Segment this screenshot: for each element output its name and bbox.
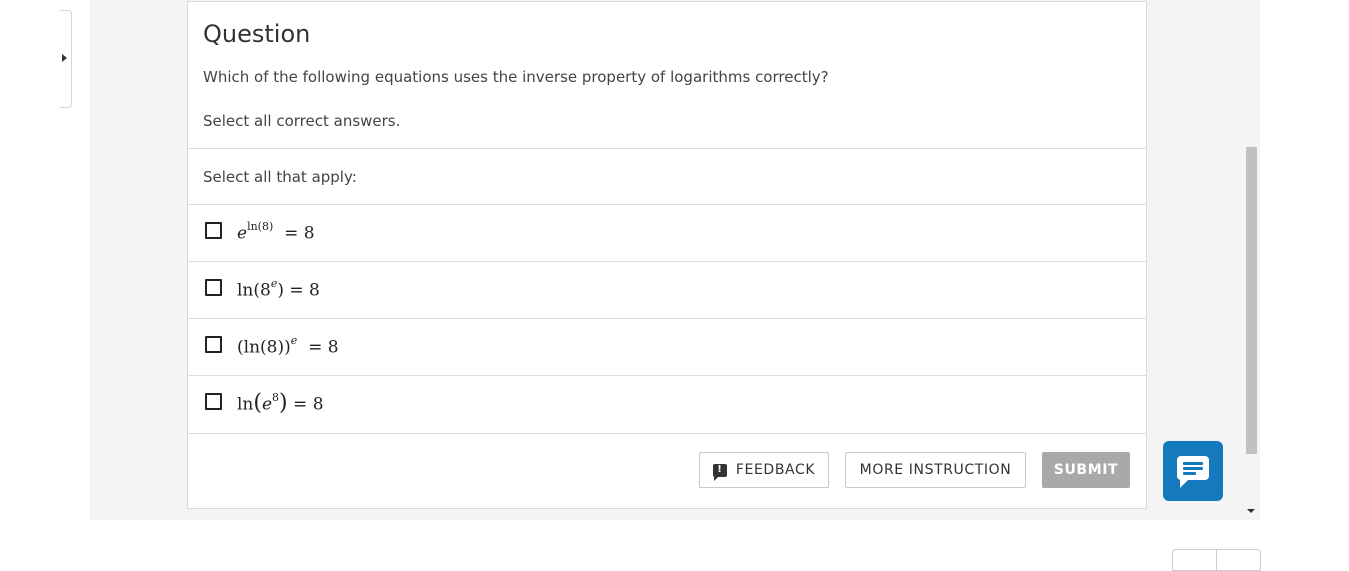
chat-button[interactable] xyxy=(1163,441,1223,501)
scrollbar-thumb[interactable] xyxy=(1246,147,1257,454)
divider xyxy=(188,433,1146,434)
checkbox[interactable] xyxy=(205,222,222,239)
question-prompt: Which of the following equations uses th… xyxy=(203,68,829,86)
select-all-label: Select all that apply: xyxy=(203,168,357,186)
triangle-right-icon xyxy=(62,54,67,62)
next-page-button[interactable] xyxy=(1216,550,1260,570)
option-equation: (ln(8))e = 8 xyxy=(237,334,339,358)
more-instruction-label: MORE INSTRUCTION xyxy=(859,462,1012,478)
answer-option-3[interactable]: (ln(8))e = 8 xyxy=(188,319,1146,375)
page-navigation xyxy=(1172,549,1261,571)
previous-page-button[interactable] xyxy=(1173,550,1216,570)
answer-option-4[interactable]: ln(e8) = 8 xyxy=(188,376,1146,432)
more-instruction-button[interactable]: MORE INSTRUCTION xyxy=(845,452,1026,488)
option-equation: ln(e8) = 8 xyxy=(237,390,324,416)
divider xyxy=(188,148,1146,149)
question-card: Question Which of the following equation… xyxy=(187,1,1147,509)
triangle-down-icon[interactable] xyxy=(1247,509,1255,513)
option-equation: eln(8) = 8 xyxy=(237,220,315,244)
answer-option-2[interactable]: ln(8e) = 8 xyxy=(188,262,1146,318)
scrollbar[interactable] xyxy=(1244,0,1259,520)
question-instruction: Select all correct answers. xyxy=(203,112,401,130)
answer-option-1[interactable]: eln(8) = 8 xyxy=(188,205,1146,261)
submit-button[interactable]: SUBMIT xyxy=(1042,452,1130,488)
chat-bubble-icon xyxy=(1177,456,1209,488)
side-panel-toggle[interactable] xyxy=(60,10,72,108)
question-title: Question xyxy=(203,20,311,48)
feedback-label: FEEDBACK xyxy=(735,462,816,478)
feedback-alert-icon: ! xyxy=(712,463,727,481)
option-equation: ln(8e) = 8 xyxy=(237,277,320,301)
checkbox[interactable] xyxy=(205,393,222,410)
feedback-button[interactable]: ! FEEDBACK xyxy=(699,452,829,488)
checkbox[interactable] xyxy=(205,279,222,296)
checkbox[interactable] xyxy=(205,336,222,353)
submit-label: SUBMIT xyxy=(1053,462,1119,478)
